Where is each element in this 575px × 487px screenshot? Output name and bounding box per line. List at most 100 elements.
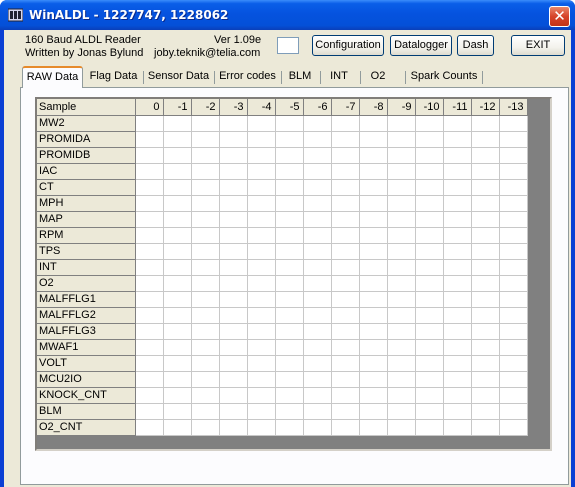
data-cell[interactable] — [443, 355, 472, 372]
data-cell[interactable] — [499, 227, 528, 244]
data-cell[interactable] — [359, 163, 388, 180]
data-cell[interactable] — [471, 323, 500, 340]
data-cell[interactable] — [499, 195, 528, 212]
data-cell[interactable] — [443, 259, 472, 276]
data-cell[interactable] — [387, 259, 416, 276]
data-cell[interactable] — [191, 131, 220, 148]
data-cell[interactable] — [303, 355, 332, 372]
data-cell[interactable] — [471, 371, 500, 388]
data-cell[interactable] — [331, 259, 360, 276]
data-cell[interactable] — [471, 195, 500, 212]
data-cell[interactable] — [303, 403, 332, 420]
data-cell[interactable] — [247, 131, 276, 148]
data-cell[interactable] — [331, 387, 360, 404]
data-cell[interactable] — [387, 211, 416, 228]
data-cell[interactable] — [303, 307, 332, 324]
data-cell[interactable] — [331, 275, 360, 292]
data-cell[interactable] — [163, 243, 192, 260]
data-cell[interactable] — [135, 387, 164, 404]
data-cell[interactable] — [471, 115, 500, 132]
data-cell[interactable] — [359, 115, 388, 132]
data-cell[interactable] — [275, 259, 304, 276]
data-cell[interactable] — [415, 195, 444, 212]
data-cell[interactable] — [191, 259, 220, 276]
data-cell[interactable] — [443, 339, 472, 356]
data-cell[interactable] — [499, 291, 528, 308]
data-cell[interactable] — [359, 195, 388, 212]
data-cell[interactable] — [499, 243, 528, 260]
data-cell[interactable] — [275, 307, 304, 324]
data-cell[interactable] — [387, 387, 416, 404]
data-cell[interactable] — [359, 387, 388, 404]
data-cell[interactable] — [359, 371, 388, 388]
data-cell[interactable] — [443, 403, 472, 420]
data-cell[interactable] — [275, 419, 304, 436]
tab-spark-counts[interactable]: Spark Counts — [407, 68, 481, 86]
data-cell[interactable] — [303, 131, 332, 148]
data-cell[interactable] — [387, 227, 416, 244]
data-cell[interactable] — [443, 323, 472, 340]
data-cell[interactable] — [275, 115, 304, 132]
data-cell[interactable] — [275, 275, 304, 292]
data-cell[interactable] — [303, 211, 332, 228]
data-cell[interactable] — [415, 403, 444, 420]
data-cell[interactable] — [387, 195, 416, 212]
data-cell[interactable] — [387, 147, 416, 164]
data-cell[interactable] — [443, 387, 472, 404]
data-cell[interactable] — [471, 163, 500, 180]
data-cell[interactable] — [163, 403, 192, 420]
tab-flag-data[interactable]: Flag Data — [86, 68, 141, 86]
data-cell[interactable] — [415, 227, 444, 244]
data-cell[interactable] — [247, 323, 276, 340]
data-cell[interactable] — [331, 115, 360, 132]
data-cell[interactable] — [219, 371, 248, 388]
data-cell[interactable] — [331, 163, 360, 180]
data-cell[interactable] — [247, 371, 276, 388]
data-cell[interactable] — [387, 323, 416, 340]
data-cell[interactable] — [359, 211, 388, 228]
data-cell[interactable] — [415, 355, 444, 372]
data-cell[interactable] — [471, 339, 500, 356]
data-cell[interactable] — [499, 355, 528, 372]
data-cell[interactable] — [247, 355, 276, 372]
data-cell[interactable] — [499, 323, 528, 340]
data-cell[interactable] — [163, 195, 192, 212]
data-cell[interactable] — [191, 163, 220, 180]
data-cell[interactable] — [275, 211, 304, 228]
data-cell[interactable] — [415, 115, 444, 132]
data-cell[interactable] — [275, 371, 304, 388]
data-cell[interactable] — [303, 115, 332, 132]
data-cell[interactable] — [247, 195, 276, 212]
data-cell[interactable] — [387, 355, 416, 372]
data-cell[interactable] — [443, 131, 472, 148]
data-cell[interactable] — [163, 371, 192, 388]
data-cell[interactable] — [499, 259, 528, 276]
data-cell[interactable] — [443, 243, 472, 260]
data-cell[interactable] — [443, 163, 472, 180]
data-cell[interactable] — [387, 419, 416, 436]
tab-o2[interactable]: O2 — [362, 68, 394, 86]
data-cell[interactable] — [443, 211, 472, 228]
data-cell[interactable] — [219, 163, 248, 180]
data-cell[interactable] — [499, 307, 528, 324]
data-cell[interactable] — [359, 403, 388, 420]
data-cell[interactable] — [303, 259, 332, 276]
data-cell[interactable] — [191, 211, 220, 228]
data-cell[interactable] — [163, 419, 192, 436]
data-cell[interactable] — [163, 147, 192, 164]
data-cell[interactable] — [275, 163, 304, 180]
data-cell[interactable] — [163, 339, 192, 356]
data-cell[interactable] — [135, 243, 164, 260]
data-cell[interactable] — [163, 307, 192, 324]
data-cell[interactable] — [219, 243, 248, 260]
data-cell[interactable] — [303, 371, 332, 388]
data-cell[interactable] — [331, 131, 360, 148]
data-cell[interactable] — [359, 323, 388, 340]
data-cell[interactable] — [303, 387, 332, 404]
data-cell[interactable] — [471, 131, 500, 148]
data-cell[interactable] — [331, 195, 360, 212]
data-cell[interactable] — [135, 403, 164, 420]
data-cell[interactable] — [191, 115, 220, 132]
data-cell[interactable] — [247, 243, 276, 260]
data-cell[interactable] — [443, 147, 472, 164]
